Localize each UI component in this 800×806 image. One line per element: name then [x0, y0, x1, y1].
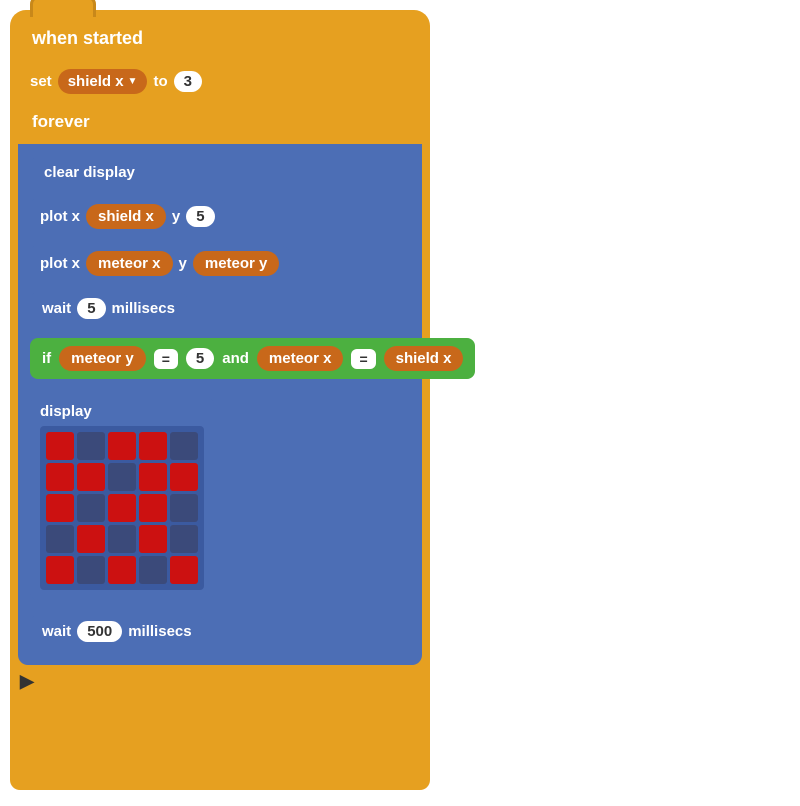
- pixel-cell[interactable]: [46, 463, 74, 491]
- set-label: set: [30, 73, 52, 90]
- display-block[interactable]: display: [30, 397, 214, 600]
- plot1-row: plot x shield x y 5: [24, 195, 416, 238]
- forever-block[interactable]: forever: [18, 106, 422, 138]
- if-and-label: and: [222, 350, 249, 367]
- scratch-program: when started set shield x ▼ to 3 forever: [10, 10, 430, 790]
- pixel-cell[interactable]: [46, 494, 74, 522]
- plot1-y-label: y: [172, 208, 180, 225]
- pixel-cell[interactable]: [77, 432, 105, 460]
- variable-dropdown[interactable]: shield x ▼: [58, 69, 148, 94]
- plot1-value[interactable]: 5: [186, 206, 214, 227]
- pixel-cell[interactable]: [108, 556, 136, 584]
- pixel-cell[interactable]: [77, 494, 105, 522]
- display-label: display: [40, 403, 204, 420]
- wait2-unit: millisecs: [128, 623, 191, 640]
- when-started-label: when started: [32, 28, 143, 48]
- if-var1[interactable]: meteor y: [59, 346, 146, 371]
- pixel-cell[interactable]: [139, 463, 167, 491]
- wait1-unit: millisecs: [112, 300, 175, 317]
- forever-label: forever: [32, 112, 90, 131]
- when-started-section: when started set shield x ▼ to 3 forever: [10, 10, 430, 144]
- wait2-label: wait: [42, 623, 71, 640]
- pixel-cell[interactable]: [108, 494, 136, 522]
- wait1-row: wait 5 millisecs: [24, 289, 416, 328]
- dropdown-arrow-icon: ▼: [128, 76, 138, 87]
- pixel-cell[interactable]: [108, 463, 136, 491]
- plot2-y-label: y: [179, 255, 187, 272]
- if-row: if meteor y = 5 and meteor x = shield x: [24, 332, 416, 385]
- clear-display-label: clear display: [44, 164, 135, 181]
- wait1-label: wait: [42, 300, 71, 317]
- when-started-block[interactable]: when started: [18, 20, 422, 57]
- to-label: to: [153, 73, 167, 90]
- pixel-cell[interactable]: [139, 494, 167, 522]
- wait1-block[interactable]: wait 5 millisecs: [30, 293, 187, 324]
- pixel-cell[interactable]: [77, 463, 105, 491]
- pixel-cell[interactable]: [108, 525, 136, 553]
- wait2-value[interactable]: 500: [77, 621, 122, 642]
- pixel-cell[interactable]: [108, 432, 136, 460]
- if-var3[interactable]: shield x: [384, 346, 464, 371]
- inner-blue-section: clear display plot x shield x y 5 plot x…: [18, 144, 422, 665]
- set-block[interactable]: set shield x ▼ to 3: [18, 63, 214, 100]
- plot2-row: plot x meteor x y meteor y: [24, 242, 416, 285]
- pixel-cell[interactable]: [77, 556, 105, 584]
- run-button[interactable]: ▶: [10, 665, 430, 698]
- set-block-row: set shield x ▼ to 3: [18, 63, 422, 100]
- if-val1[interactable]: 5: [186, 348, 214, 369]
- pixel-cell[interactable]: [170, 463, 198, 491]
- clear-display-row: clear display: [24, 154, 416, 191]
- if-label: if: [42, 350, 51, 367]
- display-row: display: [24, 389, 416, 608]
- plot2-block[interactable]: plot x meteor x y meteor y: [30, 246, 289, 281]
- if-var2[interactable]: meteor x: [257, 346, 344, 371]
- plot2-var2[interactable]: meteor y: [193, 251, 280, 276]
- wait2-row: wait 500 millisecs: [24, 612, 416, 651]
- pixel-cell[interactable]: [46, 556, 74, 584]
- pixel-cell[interactable]: [139, 556, 167, 584]
- pixel-cell[interactable]: [170, 432, 198, 460]
- pixel-cell[interactable]: [139, 432, 167, 460]
- pixel-cell[interactable]: [77, 525, 105, 553]
- plot1-block[interactable]: plot x shield x y 5: [30, 199, 225, 234]
- variable-name: shield x: [68, 73, 124, 90]
- pixel-cell[interactable]: [170, 494, 198, 522]
- if-block[interactable]: if meteor y = 5 and meteor x = shield x: [30, 338, 475, 379]
- plot2-label: plot x: [40, 255, 80, 272]
- pixel-grid: [40, 426, 204, 590]
- wait1-value[interactable]: 5: [77, 298, 105, 319]
- main-wrapper: when started set shield x ▼ to 3 forever: [10, 10, 430, 790]
- clear-display-block[interactable]: clear display: [30, 158, 149, 187]
- wait2-block[interactable]: wait 500 millisecs: [30, 616, 204, 647]
- pixel-cell[interactable]: [170, 525, 198, 553]
- pixel-cell[interactable]: [139, 525, 167, 553]
- pixel-cell[interactable]: [46, 432, 74, 460]
- run-arrow-icon: ▶: [20, 671, 34, 691]
- set-value[interactable]: 3: [174, 71, 202, 92]
- pixel-cell[interactable]: [46, 525, 74, 553]
- plot1-var1[interactable]: shield x: [86, 204, 166, 229]
- forever-row: forever: [18, 106, 422, 138]
- pixel-cell[interactable]: [170, 556, 198, 584]
- plot2-var1[interactable]: meteor x: [86, 251, 173, 276]
- if-equals1: =: [154, 349, 178, 369]
- if-equals2: =: [351, 349, 375, 369]
- plot1-label: plot x: [40, 208, 80, 225]
